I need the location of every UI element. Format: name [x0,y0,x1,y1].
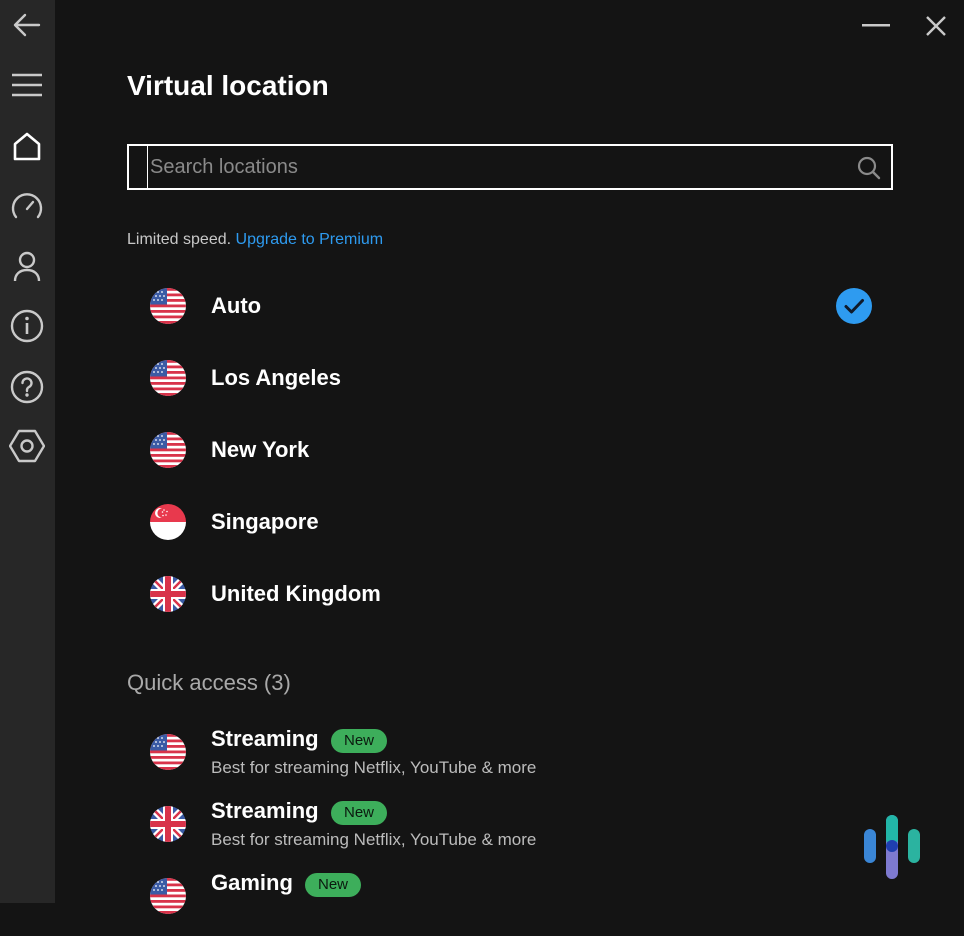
back-arrow-icon [13,13,41,37]
location-name: Singapore [211,509,319,534]
location-name: Auto [211,293,262,318]
menu-icon [12,73,42,97]
sidebar-item-help[interactable] [4,364,50,410]
menu-button[interactable] [4,62,50,108]
minimize-button[interactable] [860,10,892,42]
location-item-new-york[interactable]: New York [140,420,880,480]
search-input[interactable] [147,146,840,188]
sidebar [0,0,55,903]
location-item-united-kingdom[interactable]: United Kingdom [140,564,880,624]
us-flag-icon [150,288,186,324]
sidebar-item-home[interactable] [4,123,50,169]
location-name: United Kingdom [211,581,381,606]
uk-flag-icon [150,806,186,842]
page-title: Virtual location [127,70,329,101]
help-icon [10,370,44,404]
info-icon [10,309,44,343]
search-box [127,144,893,190]
new-badge: New [331,801,388,825]
quick-access-description: Best for streaming Netflix, YouTube & mo… [211,830,537,849]
quick-access-description: Best for streaming Netflix, YouTube & mo… [211,758,537,777]
home-icon [13,132,41,161]
sidebar-item-account[interactable] [4,243,50,289]
selected-check-icon [836,288,872,324]
quick-access-title: Quick access (3) [127,670,291,695]
us-flag-icon [150,734,186,770]
location-name: Los Angeles [211,365,341,390]
minimize-icon [862,24,890,27]
sidebar-item-speed[interactable] [4,184,50,230]
account-icon [13,251,41,282]
watermark-logo [864,815,920,879]
uk-flag-icon [150,576,186,612]
location-item-singapore[interactable]: Singapore [140,492,880,552]
limited-speed-notice: Limited speed. Upgrade to Premium [127,231,383,249]
quick-access-item-streaming-us[interactable]: Streaming New Best for streaming Netflix… [140,726,880,792]
us-flag-icon [150,878,186,914]
close-button[interactable] [920,10,952,42]
search-icon[interactable] [857,156,881,180]
sidebar-item-info[interactable] [4,303,50,349]
new-badge: New [305,873,362,897]
close-icon [926,16,946,36]
location-item-los-angeles[interactable]: Los Angeles [140,348,880,408]
quick-access-item-streaming-uk[interactable]: Streaming New Best for streaming Netflix… [140,798,880,864]
back-button[interactable] [4,2,50,48]
us-flag-icon [150,432,186,468]
sg-flag-icon [150,504,186,540]
quick-access-item-gaming[interactable]: Gaming New [140,870,880,936]
notice-text: Limited speed. [127,231,232,248]
location-item-auto[interactable]: Auto [140,276,880,336]
location-name: New York [211,437,310,462]
sidebar-item-settings[interactable] [4,423,50,469]
settings-icon [9,429,45,463]
new-badge: New [331,729,388,753]
speedometer-icon [11,193,43,219]
quick-access-name: Gaming [211,870,293,895]
us-flag-icon [150,360,186,396]
quick-access-name: Streaming [211,726,319,751]
upgrade-link[interactable]: Upgrade to Premium [236,231,384,248]
quick-access-name: Streaming [211,798,319,823]
